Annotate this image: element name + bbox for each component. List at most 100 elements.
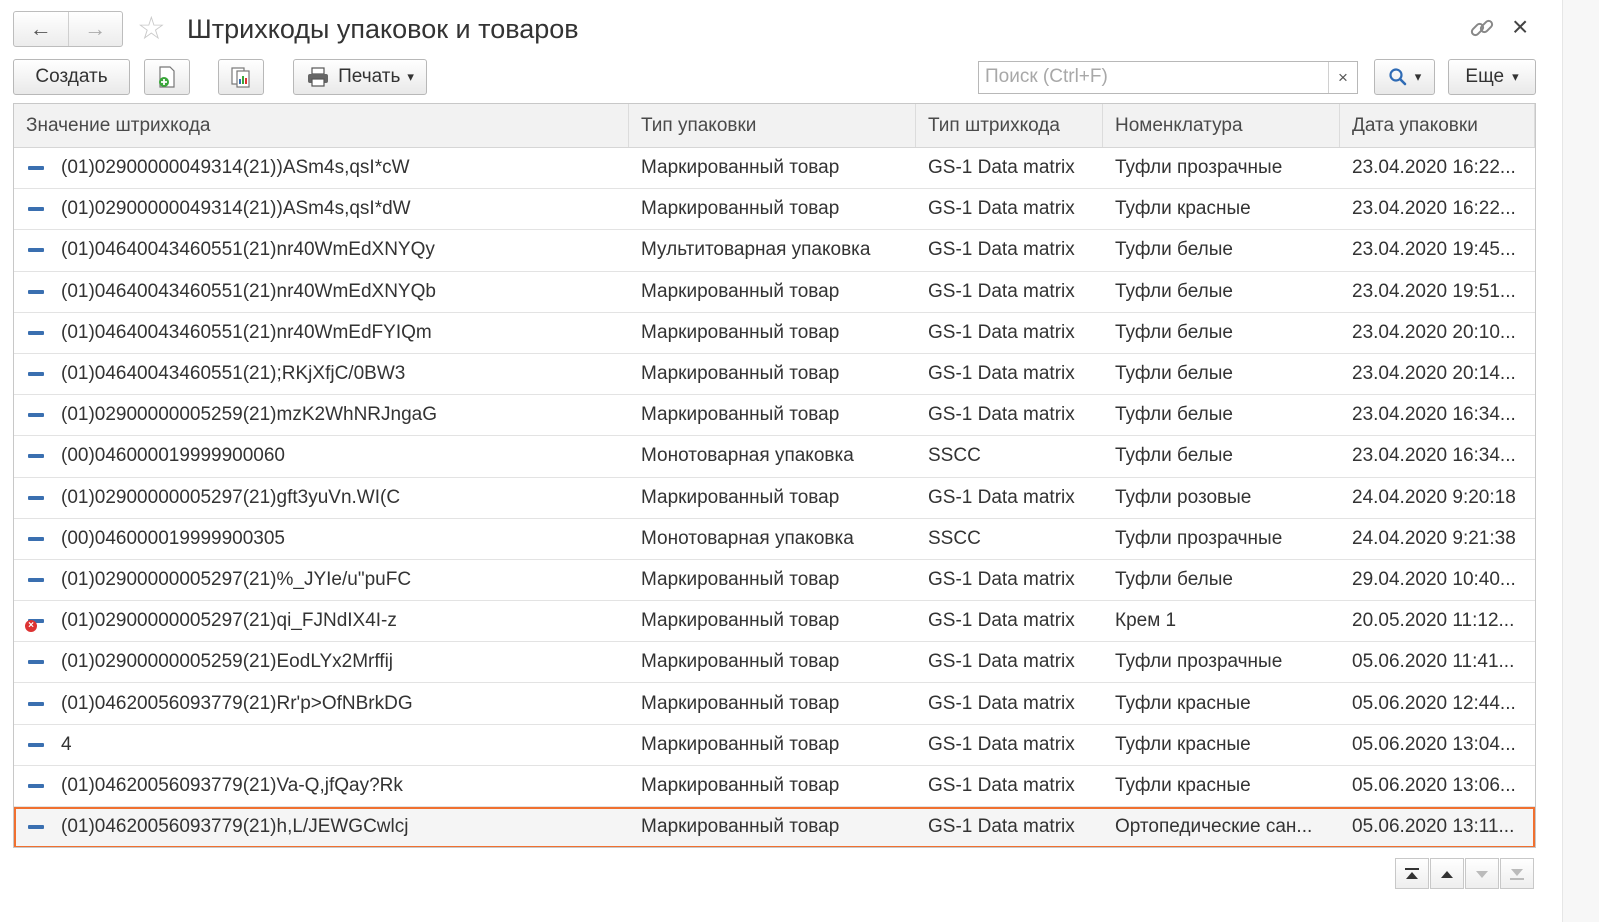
search-options-button[interactable]: ▾ [1374,59,1435,95]
cell-barcode-value-text: (00)046000019999900060 [61,445,285,467]
cell-package-type-text: Маркированный товар [641,157,840,179]
barcode-record-icon [26,817,46,837]
cell-package-type: Маркированный товар [629,478,916,518]
column-header-package-date[interactable]: Дата упаковки [1340,104,1535,147]
cell-nomenclature-text: Туфли красные [1115,692,1251,714]
barcode-record-icon [26,694,46,714]
cell-barcode-value-text: (01)04640043460551(21);RKjXfjC/0BW3 [61,363,406,385]
cell-barcode-value-text: (01)04620056093779(21)Rr'p>OfNBrkDG [61,692,413,714]
cell-barcode-type: GS-1 Data matrix [916,807,1103,847]
cell-package-type-text: Маркированный товар [641,321,840,343]
scroll-to-first-button[interactable] [1395,858,1429,889]
arrow-up-icon [1441,870,1453,878]
close-icon[interactable]: × [1512,10,1528,44]
cell-barcode-type-text: GS-1 Data matrix [928,692,1075,714]
table-row[interactable]: (01)04620056093779(21)h,L/JEWGCwlcj Марки… [14,807,1535,847]
clear-search-icon[interactable]: × [1328,62,1357,93]
table-row[interactable]: (01)02900000005297(21)%_JYIe/u"puFC Марки… [14,560,1535,602]
cell-barcode-value-text: (01)02900000005297(21)qi_FJNdIX4I-z [61,610,397,632]
table-row[interactable]: (01)04620056093779(21)Rr'p>OfNBrkDG Марки… [14,683,1535,725]
cell-barcode-value-text: (01)04640043460551(21)nr40WmEdXNYQb [61,280,436,302]
cell-package-date: 05.06.2020 13:06... [1340,766,1535,806]
chevron-down-icon: ▾ [1414,69,1422,84]
cell-barcode-type: GS-1 Data matrix [916,395,1103,435]
cell-barcode-type-text: GS-1 Data matrix [928,404,1075,426]
cell-package-type-text: Маркированный товар [641,651,840,673]
create-button-label: Создать [35,66,108,87]
cell-package-date-text: 20.05.2020 11:12... [1352,610,1515,632]
print-button[interactable]: Печать ▾ [293,59,427,95]
create-button[interactable]: Создать [13,59,130,95]
cell-barcode-type: GS-1 Data matrix [916,642,1103,682]
column-header-nomenclature[interactable]: Номенклатура [1103,104,1340,147]
cell-package-type: Мультитоварная упаковка [629,230,916,270]
barcode-record-icon [26,488,46,508]
search-input[interactable] [979,62,1331,92]
cell-barcode-value: (00)046000019999900060 [14,436,629,476]
report-button[interactable] [218,59,264,95]
arrow-down-icon [1476,870,1488,878]
cell-barcode-value: (01)04620056093779(21)Rr'p>OfNBrkDG [14,683,629,723]
cell-package-date-text: 05.06.2020 13:04... [1352,733,1516,755]
cell-package-date: 23.04.2020 16:22... [1340,148,1535,188]
column-header-barcode-value[interactable]: Значение штрихкода [14,104,629,147]
favorite-star-icon[interactable]: ☆ [137,10,166,46]
cell-package-date-text: 23.04.2020 16:22... [1352,157,1516,179]
table-row[interactable]: (01)04640043460551(21)nr40WmEdFYIQm Марки… [14,313,1535,354]
column-header-package-type[interactable]: Тип упаковки [629,104,916,147]
cell-nomenclature: Ортопедические сан... [1103,807,1340,847]
back-button[interactable]: ← [14,12,68,46]
cell-package-type-text: Монотоварная упаковка [641,527,854,549]
table-row[interactable]: (00)046000019999900305 Монотоварная упако… [14,519,1535,560]
table-row[interactable]: (01)02900000005297(21)gft3yuVn.WI(C Марки… [14,478,1535,519]
window-edge [1562,0,1599,922]
table-row[interactable]: (01)02900000049314(21))ASm4s,qsI*cW Марки… [14,148,1535,190]
more-button[interactable]: Еще ▾ [1448,59,1536,95]
chevron-down-icon: ▾ [407,69,414,84]
cell-nomenclature: Туфли прозрачные [1103,148,1340,188]
cell-barcode-type: GS-1 Data matrix [916,683,1103,723]
barcode-record-icon [26,529,46,549]
forward-arrow-icon: → [84,16,107,41]
table-row[interactable]: (01)04640043460551(21)nr40WmEdXNYQb Марки… [14,272,1535,313]
forward-button[interactable]: → [67,12,123,46]
link-icon[interactable] [1468,14,1496,42]
cell-package-type-text: Маркированный товар [641,816,840,838]
table-row[interactable]: (01)02900000005259(21)EodLYx2Mrffij Марки… [14,642,1535,684]
cell-package-date-text: 29.04.2020 10:40... [1352,568,1516,590]
column-header-barcode-type[interactable]: Тип штрихкода [916,104,1103,147]
table-row[interactable]: (01)02900000005259(21)mzK2WhNRJngaG Марки… [14,395,1535,437]
table-header: Значение штрихкода Тип упаковки Тип штри… [14,104,1535,148]
cell-barcode-type: GS-1 Data matrix [916,272,1103,312]
table-row[interactable]: (01)04620056093779(21)Va-Q,jfQay?Rk Марки… [14,766,1535,807]
cell-barcode-type: SSCC [916,436,1103,476]
cell-package-type-text: Маркированный товар [641,568,840,590]
cell-barcode-value: (01)04640043460551(21)nr40WmEdXNYQb [14,272,629,312]
cell-package-date-text: 23.04.2020 16:22... [1352,198,1516,220]
scroll-down-button[interactable] [1465,858,1499,889]
create-copy-button[interactable] [144,59,190,95]
table-row[interactable]: (01)04640043460551(21)nr40WmEdXNYQy Мульт… [14,230,1535,272]
cell-package-type: Маркированный товар [629,272,916,312]
table-row[interactable]: × (01)02900000005297(21)qi_FJNdIX4I-z Марк… [14,601,1535,643]
table-row[interactable]: (01)02900000049314(21))ASm4s,qsI*dW Марки… [14,189,1535,231]
cell-barcode-value-text: (00)046000019999900305 [61,527,285,549]
cell-nomenclature: Туфли белые [1103,354,1340,394]
cell-package-type-text: Маркированный товар [641,198,840,220]
table-row[interactable]: (01)04640043460551(21);RKjXfjC/0BW3 Марки… [14,354,1535,396]
cell-barcode-value: 4 [14,725,629,765]
scroll-to-last-button[interactable] [1500,858,1534,889]
cell-barcode-value: (01)02900000005297(21)gft3yuVn.WI(C [14,478,629,518]
table-row[interactable]: (00)046000019999900060 Монотоварная упако… [14,436,1535,478]
cell-package-date: 29.04.2020 10:40... [1340,560,1535,600]
cell-nomenclature-text: Туфли белые [1115,321,1233,343]
scroll-up-button[interactable] [1430,858,1464,889]
cell-package-date: 23.04.2020 16:34... [1340,436,1535,476]
cell-barcode-type-text: GS-1 Data matrix [928,363,1075,385]
navigation-buttons: ← → [13,11,123,47]
cell-package-date: 23.04.2020 16:34... [1340,395,1535,435]
table-row[interactable]: 4 Маркированный товар GS-1 Data matrix Туфл… [14,725,1535,766]
cell-barcode-type: GS-1 Data matrix [916,354,1103,394]
cell-nomenclature: Крем 1 [1103,601,1340,641]
cell-nomenclature-text: Туфли красные [1115,774,1251,796]
